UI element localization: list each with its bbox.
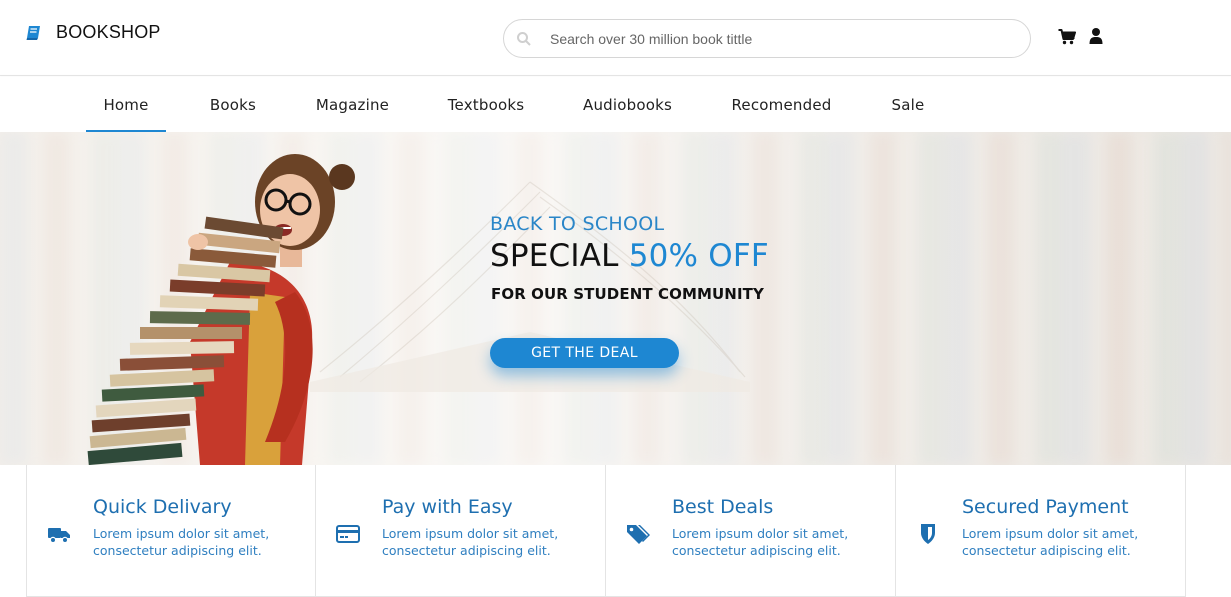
user-icon[interactable] [1089, 27, 1103, 45]
nav-item-home[interactable]: Home [86, 77, 166, 132]
nav-item-books[interactable]: Books [200, 77, 266, 132]
get-deal-button[interactable]: GET THE DEAL [490, 338, 679, 368]
nav-item-textbooks[interactable]: Textbooks [437, 77, 535, 132]
feature-desc-line: consectetur adipiscing elit. [962, 543, 1131, 558]
feature-title: Pay with Easy [382, 496, 513, 518]
nav-item-magazine[interactable]: Magazine [305, 77, 400, 132]
feature-desc-line: Lorem ipsum dolor sit amet, [962, 526, 1139, 541]
shield-icon [921, 524, 935, 544]
site-header: BOOKSHOP [0, 0, 1231, 76]
student-with-books-image [87, 154, 355, 465]
feature-card-payment: Pay with Easy Lorem ipsum dolor sit amet… [316, 465, 606, 597]
feature-description: Lorem ipsum dolor sit amet, consectetur … [672, 525, 872, 559]
search-bar[interactable] [503, 19, 1031, 58]
feature-card-secured: Secured Payment Lorem ipsum dolor sit am… [896, 465, 1186, 597]
feature-card-delivery: Quick Delivary Lorem ipsum dolor sit ame… [26, 465, 316, 597]
main-nav: Home Books Magazine Textbooks Audiobooks… [0, 77, 1231, 132]
tags-icon [627, 525, 650, 544]
truck-icon [48, 528, 70, 544]
book-icon [26, 25, 40, 40]
hero-title-accent: 50% OFF [628, 238, 769, 274]
feature-description: Lorem ipsum dolor sit amet, consectetur … [93, 525, 293, 559]
feature-title: Quick Delivary [93, 496, 232, 518]
search-input[interactable] [550, 30, 990, 47]
feature-cards: Quick Delivary Lorem ipsum dolor sit ame… [26, 465, 1187, 597]
cart-icon[interactable] [1058, 28, 1076, 46]
search-icon [517, 31, 531, 46]
hero-title-main: SPECIAL [490, 238, 629, 274]
hero-kicker: BACK TO SCHOOL [490, 213, 665, 235]
feature-description: Lorem ipsum dolor sit amet, consectetur … [382, 525, 582, 559]
feature-desc-line: Lorem ipsum dolor sit amet, [382, 526, 559, 541]
feature-card-deals: Best Deals Lorem ipsum dolor sit amet, c… [606, 465, 896, 597]
nav-item-audiobooks[interactable]: Audiobooks [572, 77, 683, 132]
feature-title: Secured Payment [962, 496, 1129, 518]
feature-desc-line: Lorem ipsum dolor sit amet, [93, 526, 270, 541]
nav-item-sale[interactable]: Sale [882, 77, 934, 132]
hero-banner: BACK TO SCHOOL SPECIAL 50% OFF FOR OUR S… [0, 132, 1231, 465]
feature-title: Best Deals [672, 496, 774, 518]
brand-logo[interactable]: BOOKSHOP [25, 22, 161, 43]
credit-card-icon [336, 525, 360, 543]
hero-title: SPECIAL 50% OFF [490, 238, 769, 274]
feature-desc-line: consectetur adipiscing elit. [672, 543, 841, 558]
brand-name: BOOKSHOP [56, 22, 161, 42]
feature-desc-line: consectetur adipiscing elit. [382, 543, 551, 558]
feature-description: Lorem ipsum dolor sit amet, consectetur … [962, 525, 1162, 559]
feature-desc-line: Lorem ipsum dolor sit amet, [672, 526, 849, 541]
hero-subtitle: FOR OUR STUDENT COMMUNITY [491, 285, 764, 303]
nav-item-recomended[interactable]: Recomended [720, 77, 843, 132]
feature-desc-line: consectetur adipiscing elit. [93, 543, 262, 558]
